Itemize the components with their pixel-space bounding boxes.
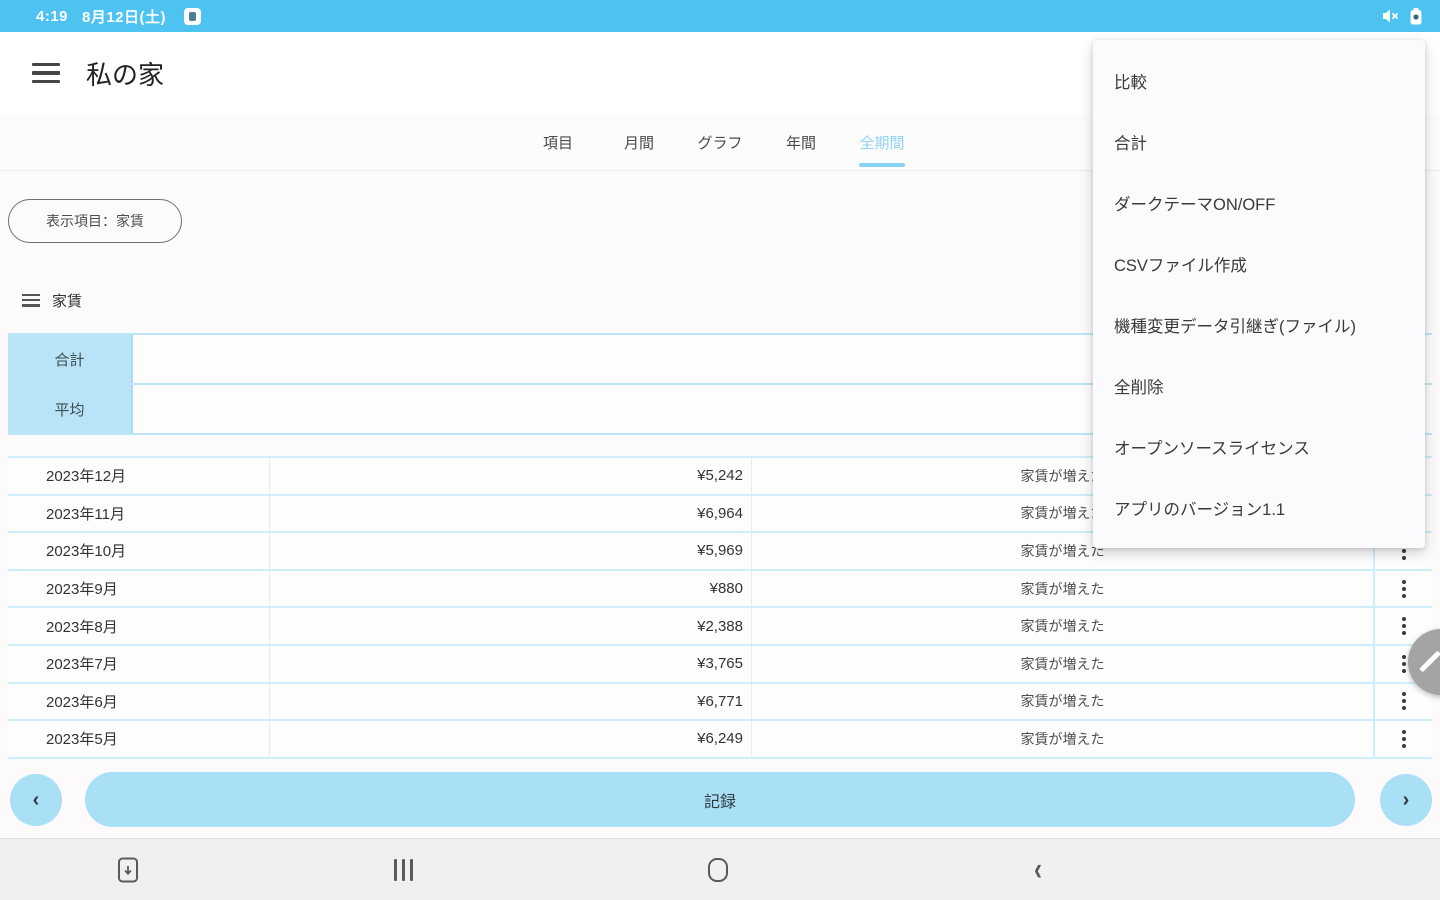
- month-cell: 2023年12月: [8, 458, 270, 494]
- next-period-button[interactable]: ›: [1380, 774, 1432, 826]
- table-row[interactable]: 2023年5月 ¥6,249 家賃が増えた: [8, 721, 1432, 759]
- menu-hamburger-icon[interactable]: [32, 63, 60, 83]
- display-item-chip[interactable]: 表示項目：家賃: [8, 199, 182, 243]
- memo-cell: 家賃が増えた: [752, 570, 1375, 607]
- row-overflow-button[interactable]: [1375, 721, 1432, 757]
- amount-cell: ¥880: [270, 570, 752, 607]
- month-cell: 2023年8月: [8, 608, 270, 644]
- menu-item[interactable]: 比較: [1093, 50, 1425, 111]
- recents-button[interactable]: [375, 839, 431, 900]
- memo-cell: 家賃が増えた: [752, 645, 1375, 682]
- tab-graph[interactable]: グラフ: [680, 114, 761, 170]
- row-overflow-button[interactable]: [1375, 571, 1432, 607]
- memo-cell: 家賃が増えた: [752, 608, 1375, 644]
- month-cell: 2023年5月: [8, 721, 270, 757]
- month-cell: 2023年11月: [8, 495, 270, 532]
- menu-item[interactable]: 合計: [1093, 111, 1425, 172]
- amount-cell: ¥3,765: [270, 645, 752, 682]
- menu-item[interactable]: 機種変更データ引継ぎ(ファイル): [1093, 294, 1425, 355]
- prev-period-button[interactable]: ‹: [10, 774, 62, 826]
- home-icon: [708, 858, 728, 882]
- amount-cell: ¥6,771: [270, 683, 752, 720]
- tab-all-period[interactable]: 全期間: [842, 114, 923, 170]
- month-cell: 2023年9月: [8, 570, 270, 607]
- kebab-menu-icon: [1401, 654, 1406, 673]
- month-cell: 2023年6月: [8, 683, 270, 720]
- menu-item[interactable]: 全削除: [1093, 355, 1425, 416]
- category-row: 家賃: [22, 288, 82, 312]
- active-tab-indicator: [859, 163, 905, 167]
- amount-cell: ¥6,249: [270, 721, 752, 757]
- status-bar: 4:19 8月12日(土): [0, 0, 1440, 32]
- notification-app-icon: [184, 7, 202, 25]
- android-nav-bar: ‹: [0, 838, 1440, 900]
- summary-average-label: 平均: [8, 385, 133, 433]
- menu-item[interactable]: CSVファイル作成: [1093, 233, 1425, 294]
- kebab-menu-icon: [1401, 729, 1406, 748]
- month-cell: 2023年10月: [8, 533, 270, 569]
- tab-item[interactable]: 項目: [518, 114, 599, 170]
- taskbar-screenshot-button[interactable]: [100, 839, 156, 900]
- menu-item[interactable]: アプリのバージョン1.1: [1093, 477, 1425, 538]
- kebab-menu-icon: [1401, 617, 1406, 636]
- back-button[interactable]: ‹: [1010, 828, 1066, 900]
- memo-cell: 家賃が増えた: [752, 721, 1375, 757]
- table-row[interactable]: 2023年7月 ¥3,765 家賃が増えた: [8, 645, 1432, 684]
- chevron-right-icon: ›: [1402, 788, 1410, 811]
- table-row[interactable]: 2023年6月 ¥6,771 家賃が増えた: [8, 683, 1432, 722]
- kebab-menu-icon: [1401, 579, 1406, 598]
- memo-cell: 家賃が増えた: [752, 683, 1375, 720]
- summary-total-label: 合計: [8, 335, 133, 383]
- amount-cell: ¥5,242: [270, 458, 752, 494]
- volume-mute-icon: [1382, 8, 1400, 24]
- drag-handle-icon[interactable]: [22, 293, 40, 307]
- back-icon: ‹: [1034, 851, 1042, 888]
- status-time: 4:19: [36, 7, 69, 25]
- category-label: 家賃: [52, 292, 83, 310]
- amount-cell: ¥5,969: [270, 533, 752, 569]
- screen: 4:19 8月12日(土) 私の家 項目 月間 グラフ 年間 全期間 表示項目：…: [0, 0, 1440, 900]
- menu-item[interactable]: ダークテーマON/OFF: [1093, 172, 1425, 233]
- kebab-menu-icon: [1401, 692, 1406, 711]
- page-title: 私の家: [86, 59, 165, 90]
- overflow-menu: 比較 合計 ダークテーマON/OFF CSVファイル作成 機種変更データ引継ぎ(…: [1093, 40, 1425, 548]
- table-row[interactable]: 2023年9月 ¥880 家賃が増えた: [8, 570, 1432, 609]
- screenshot-icon: [118, 857, 138, 883]
- battery-icon: [1410, 7, 1422, 25]
- home-button[interactable]: [690, 839, 746, 900]
- recents-icon: [393, 859, 413, 881]
- month-cell: 2023年7月: [8, 645, 270, 682]
- status-date: 8月12日(土): [82, 8, 167, 26]
- tab-yearly[interactable]: 年間: [761, 114, 842, 170]
- table-row[interactable]: 2023年8月 ¥2,388 家賃が増えた: [8, 608, 1432, 646]
- pencil-icon: [1419, 650, 1440, 673]
- menu-item[interactable]: オープンソースライセンス: [1093, 416, 1425, 477]
- record-button[interactable]: 記録: [85, 772, 1355, 827]
- tab-monthly[interactable]: 月間: [599, 114, 680, 170]
- amount-cell: ¥6,964: [270, 495, 752, 532]
- chevron-left-icon: ‹: [32, 788, 40, 811]
- amount-cell: ¥2,388: [270, 608, 752, 644]
